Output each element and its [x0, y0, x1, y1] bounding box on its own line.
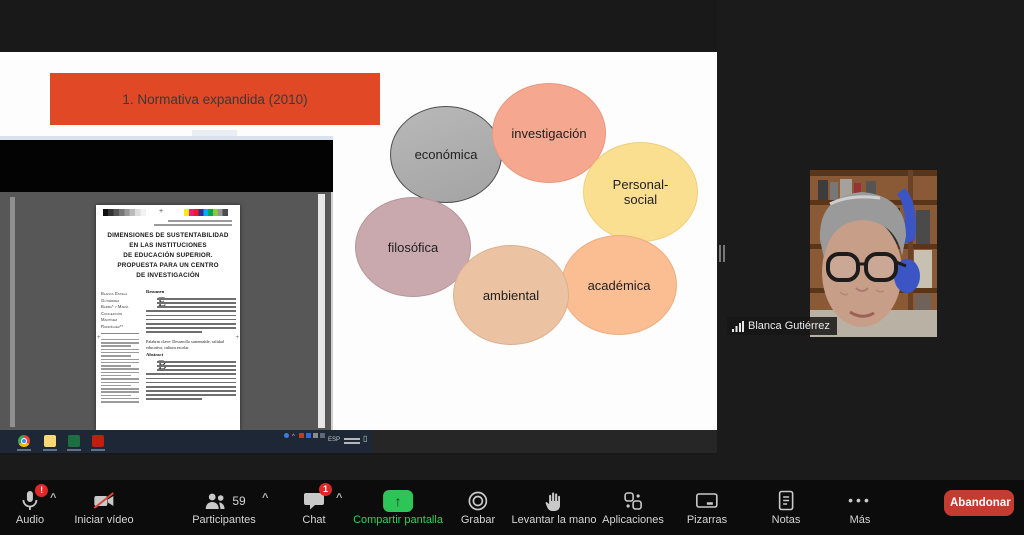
apps-button[interactable]: Aplicaciones [602, 487, 664, 526]
participant-name-tag: Blanca Gutiérrez [727, 317, 837, 335]
registration-cross: + [159, 208, 163, 215]
video-panel-drag-handle[interactable] [719, 245, 725, 262]
audio-alert-badge: ! [35, 484, 48, 497]
tray-icon [313, 433, 318, 438]
diagram-node-filosofica: filosófica [355, 197, 471, 297]
chat-button[interactable]: 1 Chat [302, 487, 326, 526]
pdf-app-icon [92, 435, 104, 447]
zoom-meeting-window: 1. Normativa expandida (2010) + [0, 0, 1024, 535]
more-dots-icon: ••• [848, 487, 872, 514]
notes-icon [775, 489, 797, 513]
share-screen-button[interactable]: ↑ Compartir pantalla [353, 487, 443, 526]
audio-button[interactable]: ! Audio [16, 487, 44, 526]
diagram-node-academica: académica [561, 235, 677, 335]
pdf-left-panel-edge [10, 197, 15, 427]
abstract-text-lines [146, 359, 236, 400]
tray-icon [306, 433, 311, 438]
notes-button[interactable]: Notas [772, 487, 801, 526]
chat-unread-badge: 1 [319, 483, 332, 496]
tray-icon [320, 433, 325, 438]
chrome-icon [18, 435, 30, 447]
pdf-page: + DIMENSIONES DE SUSTENTABILIDAD EN LAS … [96, 205, 240, 430]
tray-icon [299, 433, 304, 438]
participants-icon [202, 489, 228, 513]
pdf-window-screenshot: + DIMENSIONES DE SUSTENTABILIDAD EN LAS … [0, 130, 333, 430]
participants-count: 59 [232, 494, 245, 508]
leave-meeting-button[interactable]: Abandonar [944, 490, 1014, 516]
participants-button[interactable]: 59 Participantes [192, 487, 256, 526]
journal-header-line [168, 220, 232, 222]
record-button[interactable]: Grabar [461, 487, 495, 526]
whiteboards-button[interactable]: Pizarras [687, 487, 727, 526]
participant-video-thumbnail[interactable] [810, 170, 937, 337]
raise-hand-button[interactable]: Levantar la mano [512, 487, 597, 526]
start-video-button[interactable]: Iniciar vídeo [74, 487, 133, 526]
resumen-text-lines [146, 296, 236, 333]
apps-icon [621, 489, 645, 513]
open-app-indicator [67, 449, 81, 451]
tray-caret-icon: ^ [292, 434, 295, 441]
pdf-viewer-background: + DIMENSIONES DE SUSTENTABILIDAD EN LAS … [0, 192, 333, 430]
diagram-node-personal-social: Personal- social [583, 142, 698, 242]
slide-title: 1. Normativa expandida (2010) [122, 92, 307, 107]
participants-options-caret[interactable]: ^ [262, 492, 268, 504]
color-calibration-bar [184, 209, 228, 216]
keywords-line: Palabras clave: Desarrollo sustentable, … [146, 339, 236, 352]
folder-icon [44, 435, 56, 447]
meeting-controls-toolbar: ! Audio ^ Iniciar vídeo [0, 480, 1024, 535]
open-app-indicator [17, 449, 31, 451]
participant-name: Blanca Gutiérrez [748, 320, 830, 332]
presenter-taskbar: ^ ESP ▯ [0, 430, 717, 453]
pdf-window-right-edge [331, 192, 333, 430]
black-toolbar-overlay [0, 140, 333, 192]
paper-authors: Blanca Estela Gutiérrez Barba* y María C… [101, 291, 141, 330]
keyboard-language-indicator: ESP [328, 437, 340, 444]
raise-hand-icon [543, 489, 565, 513]
open-app-indicator [91, 449, 105, 451]
audio-level-icon [732, 321, 744, 332]
camera-off-icon [91, 489, 117, 513]
excel-icon [68, 435, 80, 447]
open-app-indicator [43, 449, 57, 451]
registration-mark-left: + [97, 335, 101, 341]
presentation-slide: 1. Normativa expandida (2010) + [0, 52, 717, 430]
footnote-text-lines [101, 337, 139, 403]
screen-share-area: 1. Normativa expandida (2010) + [0, 0, 717, 455]
record-icon [466, 489, 490, 513]
participant-video-feed [810, 170, 937, 337]
pdf-scrollbar[interactable] [318, 194, 325, 428]
whiteboard-icon [694, 489, 720, 513]
audio-options-caret[interactable]: ^ [50, 492, 56, 504]
grayscale-calibration-bar [103, 209, 146, 216]
tray-zoom-icon [284, 433, 289, 438]
diagram-node-ambiental: ambiental [453, 245, 569, 345]
diagram-node-economica: económica [390, 106, 502, 203]
notification-center-icon: ▯ [363, 434, 367, 444]
author-footnote-rule [101, 333, 139, 334]
presenter-taskbar-apps-area: ^ ESP ▯ [0, 430, 372, 453]
chat-options-caret[interactable]: ^ [336, 492, 342, 504]
slide-title-banner: 1. Normativa expandida (2010) [50, 73, 380, 125]
paper-title: DIMENSIONES DE SUSTENTABILIDAD EN LAS IN… [100, 231, 236, 281]
share-screen-icon: ↑ [383, 490, 413, 512]
registration-mark-right: + [235, 335, 239, 341]
tray-clock [344, 435, 360, 444]
more-button[interactable]: ••• Más [848, 487, 872, 526]
journal-header-line [154, 224, 232, 226]
